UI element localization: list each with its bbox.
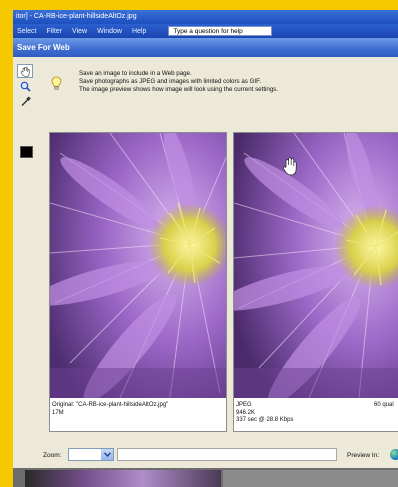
preview-in-label: Preview In:: [347, 452, 380, 459]
optimized-filesize: 946.2K: [236, 409, 256, 416]
application-window: itor] - CA-RB-ice-plant-hillsideAltOz.jp…: [13, 10, 398, 487]
optimized-format: JPEG: [236, 402, 252, 408]
original-caption: Original: "CA-RB-ice-plant-hillsideAltOz…: [52, 402, 168, 417]
menu-help[interactable]: Help: [132, 28, 146, 35]
window-title: itor] - CA-RB-ice-plant-hillsideAltOz.jp…: [16, 13, 137, 20]
menu-select[interactable]: Select: [17, 28, 36, 35]
optimized-quality: 60 qual: [374, 402, 394, 408]
help-search-input[interactable]: Type a question for help: [168, 26, 273, 36]
info-panel: Save an image to include in a Web page. …: [51, 70, 371, 110]
info-line-2: Save photographs as JPEG and images with…: [79, 78, 261, 85]
background-image-strip: [25, 470, 221, 487]
menu-filter[interactable]: Filter: [46, 28, 62, 35]
info-line-3: The image preview shows how image will l…: [79, 86, 279, 93]
status-field: [117, 448, 337, 461]
eyedropper-icon[interactable]: [17, 94, 33, 108]
optimized-preview-panel[interactable]: JPEG 946.2K 337 sec @ 28.8 Kbps 60 qual: [233, 132, 398, 432]
magazine-border-top: [0, 0, 398, 10]
original-filesize: 17M: [52, 409, 64, 416]
menu-bar: Select Filter View Window Help Type a qu…: [13, 24, 398, 38]
original-flower-image: [50, 133, 226, 398]
chevron-down-icon[interactable]: [101, 449, 113, 460]
optimized-download-time: 337 sec @ 28.8 Kbps: [236, 417, 294, 423]
original-preview-panel[interactable]: Original: "CA-RB-ice-plant-hillsideAltOz…: [49, 132, 227, 432]
dialog-title: Save For Web: [13, 38, 398, 57]
optimized-flower-image: [234, 133, 398, 398]
menu-window[interactable]: Window: [97, 28, 122, 35]
hand-icon[interactable]: [17, 64, 33, 78]
lightbulb-icon: [51, 76, 62, 93]
magazine-border-left: [0, 0, 13, 487]
color-swatch[interactable]: [20, 146, 33, 158]
window-titlebar: itor] - CA-RB-ice-plant-hillsideAltOz.jp…: [13, 10, 398, 24]
toolbox: [15, 64, 37, 160]
optimized-caption: JPEG 946.2K 337 sec @ 28.8 Kbps: [236, 402, 293, 425]
zoom-select[interactable]: [68, 448, 114, 461]
menu-view[interactable]: View: [72, 28, 87, 35]
browser-preview-icon[interactable]: [390, 449, 398, 460]
zoom-label: Zoom:: [43, 452, 62, 459]
preview-area: Original: "CA-RB-ice-plant-hillsideAltOz…: [43, 132, 398, 448]
zoom-icon[interactable]: [17, 79, 33, 93]
info-line-1: Save an image to include in a Web page.: [79, 70, 192, 77]
background-gray-panel: [223, 470, 398, 487]
original-filename: Original: "CA-RB-ice-plant-hillsideAltOz…: [52, 402, 169, 408]
